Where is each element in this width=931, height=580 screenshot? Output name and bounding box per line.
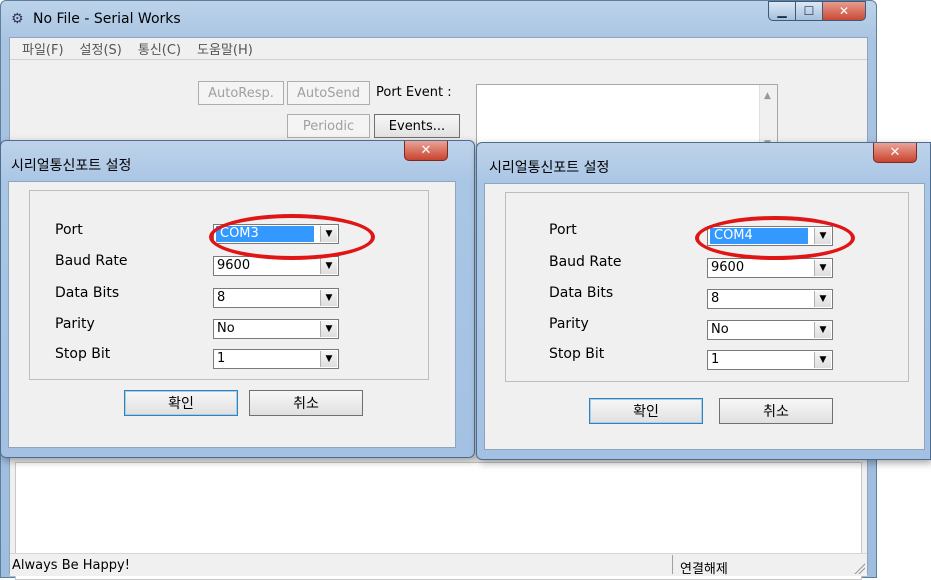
dialog-close-button[interactable]: ✕ xyxy=(873,143,917,163)
status-separator xyxy=(672,555,673,574)
dialog-title: 시리얼통신포트 설정 xyxy=(489,160,610,176)
minimize-button[interactable]: ▁ xyxy=(768,1,795,21)
menu-help[interactable]: 도움말(H) xyxy=(189,39,261,58)
title-bar[interactable]: ⚙ No File - Serial Works ▁ ☐ ✕ xyxy=(1,1,876,37)
baud-rate-label: Baud Rate xyxy=(55,253,128,269)
window-title: No File - Serial Works xyxy=(33,11,181,27)
chevron-down-icon[interactable]: ▼ xyxy=(814,352,831,368)
menu-communication[interactable]: 통신(C) xyxy=(130,39,189,58)
cancel-button[interactable]: 취소 xyxy=(249,390,363,416)
autoresp-button[interactable]: AutoResp. xyxy=(198,81,284,105)
parity-label: Parity xyxy=(55,316,95,332)
port-label: Port xyxy=(55,222,83,238)
baud-rate-value: 9600 xyxy=(217,258,251,273)
data-bits-label: Data Bits xyxy=(55,285,120,301)
window-controls: ▁ ☐ ✕ xyxy=(768,1,866,21)
close-icon: ✕ xyxy=(838,4,850,18)
parity-select[interactable]: No ▼ xyxy=(707,320,833,340)
baud-rate-label: Baud Rate xyxy=(549,254,622,270)
menu-bar: 파일(F) 설정(S) 통신(C) 도움말(H) xyxy=(10,38,867,60)
periodic-button[interactable]: Periodic xyxy=(287,114,370,138)
scroll-up-icon[interactable]: ▲ xyxy=(764,91,771,101)
events-button[interactable]: Events... xyxy=(374,114,460,138)
cancel-button[interactable]: 취소 xyxy=(719,398,833,424)
baud-rate-select[interactable]: 9600 ▼ xyxy=(707,258,833,278)
parity-select[interactable]: No ▼ xyxy=(213,319,339,339)
parity-value: No xyxy=(217,321,235,336)
chevron-down-icon[interactable]: ▼ xyxy=(814,260,831,276)
connection-status: 연결해제 xyxy=(680,562,728,577)
port-label: Port xyxy=(549,222,577,238)
port-event-label: Port Event : xyxy=(376,85,452,100)
dialog-close-button[interactable]: ✕ xyxy=(404,141,448,161)
menu-settings[interactable]: 설정(S) xyxy=(72,39,130,58)
stop-bit-value: 1 xyxy=(217,351,226,366)
data-bits-value: 8 xyxy=(711,291,720,306)
stop-bit-label: Stop Bit xyxy=(549,346,605,362)
data-bits-value: 8 xyxy=(217,290,226,305)
stop-bit-value: 1 xyxy=(711,352,720,367)
highlight-ring xyxy=(695,216,855,260)
autosend-button[interactable]: AutoSend xyxy=(287,81,370,105)
chevron-down-icon[interactable]: ▼ xyxy=(814,291,831,307)
status-message: Always Be Happy! xyxy=(12,558,130,573)
serial-works-app-icon[interactable]: ⚙ xyxy=(11,11,27,27)
status-bar: Always Be Happy! 연결해제 xyxy=(10,553,867,577)
ok-button[interactable]: 확인 xyxy=(589,398,703,424)
close-icon: ✕ xyxy=(889,145,901,160)
serial-port-dialog-right: 시리얼통신포트 설정 ✕ Port COM4 ▼ Baud Rate 9600 … xyxy=(476,142,931,460)
parity-value: No xyxy=(711,322,729,337)
data-bits-select[interactable]: 8 ▼ xyxy=(707,289,833,309)
serial-port-dialog-left: 시리얼통신포트 설정 ✕ Port COM3 ▼ Baud Rate 9600 … xyxy=(0,140,475,458)
dialog-body: Port COM3 ▼ Baud Rate 9600 ▼ Data Bits 8… xyxy=(8,181,456,448)
chevron-down-icon[interactable]: ▼ xyxy=(320,290,337,306)
chevron-down-icon[interactable]: ▼ xyxy=(320,258,337,274)
data-bits-select[interactable]: 8 ▼ xyxy=(213,288,339,308)
dialog-title: 시리얼통신포트 설정 xyxy=(11,158,132,174)
close-button[interactable]: ✕ xyxy=(822,1,866,21)
parity-label: Parity xyxy=(549,316,589,332)
stop-bit-select[interactable]: 1 ▼ xyxy=(213,349,339,369)
chevron-down-icon[interactable]: ▼ xyxy=(320,351,337,367)
stop-bit-select[interactable]: 1 ▼ xyxy=(707,350,833,370)
resize-grip-icon[interactable] xyxy=(853,562,865,574)
baud-rate-value: 9600 xyxy=(711,260,745,275)
maximize-icon: ☐ xyxy=(803,4,815,18)
stop-bit-label: Stop Bit xyxy=(55,346,111,362)
dialog-body: Port COM4 ▼ Baud Rate 9600 ▼ Data Bits 8… xyxy=(484,183,925,450)
close-icon: ✕ xyxy=(420,143,432,158)
chevron-down-icon[interactable]: ▼ xyxy=(320,321,337,337)
maximize-button[interactable]: ☐ xyxy=(795,1,822,21)
ok-button[interactable]: 확인 xyxy=(124,390,238,416)
data-bits-label: Data Bits xyxy=(549,285,614,301)
menu-file[interactable]: 파일(F) xyxy=(14,39,72,58)
highlight-ring xyxy=(209,214,375,260)
minimize-icon: ▁ xyxy=(777,4,787,18)
chevron-down-icon[interactable]: ▼ xyxy=(814,322,831,338)
